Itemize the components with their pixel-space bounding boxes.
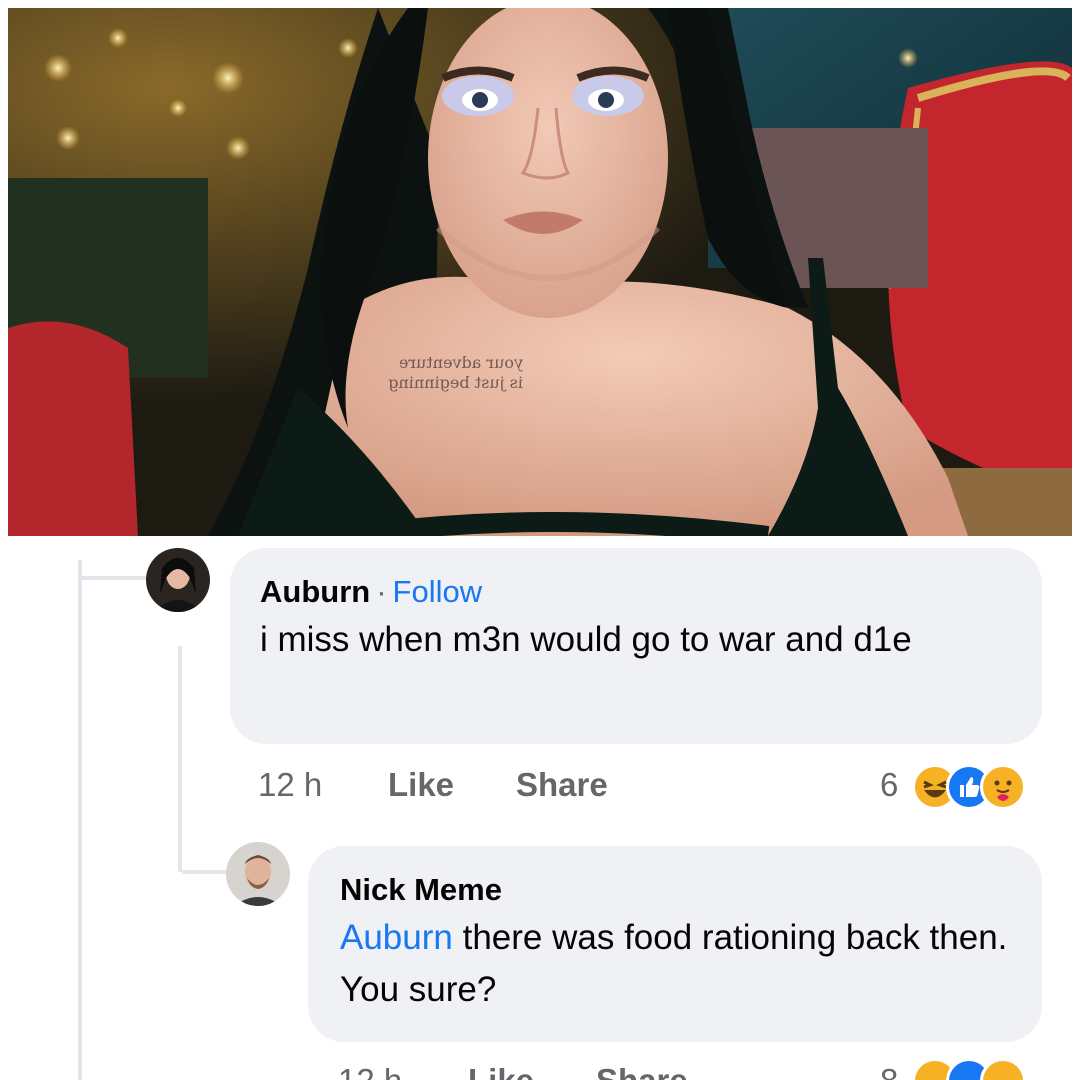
comment-bubble: Nick Meme Auburn there was food rationin… [308,846,1042,1042]
thread-line-reply-vertical [178,646,182,872]
avatar-auburn-image [146,548,210,612]
comment-author[interactable]: Nick Meme [340,872,502,907]
share-button[interactable]: Share [596,1062,688,1080]
comment-author[interactable]: Auburn [260,574,370,609]
avatar-nick-image [226,842,290,906]
comment-text: i miss when m3n would go to war and d1e [260,620,912,659]
thread-line-branch-2 [182,870,226,874]
post-photo[interactable]: your adventure is just beginning [8,8,1072,536]
follow-link[interactable]: Follow [393,574,483,609]
comment-header: Auburn · Follow [260,574,1012,610]
tattoo: your adventure is just beginning [388,353,524,392]
like-button[interactable]: Like [388,766,454,804]
comment-text: Auburn there was food rationing back the… [340,912,1010,1016]
avatar[interactable] [226,842,290,906]
comment-header: Nick Meme [340,872,1010,908]
care-icon [980,764,1026,810]
svg-text:your adventure: your adventure [399,353,524,372]
post-screenshot: your adventure is just beginning Auburn ·… [0,0,1080,1080]
comment-timestamp[interactable]: 12 h [258,766,322,804]
separator-dot: · [376,574,387,609]
comment-timestamp[interactable]: 12 h [338,1062,402,1080]
mention-link[interactable]: Auburn [340,918,453,957]
reaction-count[interactable]: 8 [880,1062,898,1080]
thread-line-branch-1 [82,576,146,580]
svg-text:is just beginning: is just beginning [388,373,523,392]
avatar[interactable] [146,548,210,612]
thread-line-vertical [78,560,82,1080]
like-button[interactable]: Like [468,1062,534,1080]
share-button[interactable]: Share [516,766,608,804]
reaction-count[interactable]: 6 [880,766,898,804]
comment-bubble: Auburn · Follow i miss when m3n would go t… [230,548,1042,744]
post-photo-illustration: your adventure is just beginning [8,8,1072,536]
